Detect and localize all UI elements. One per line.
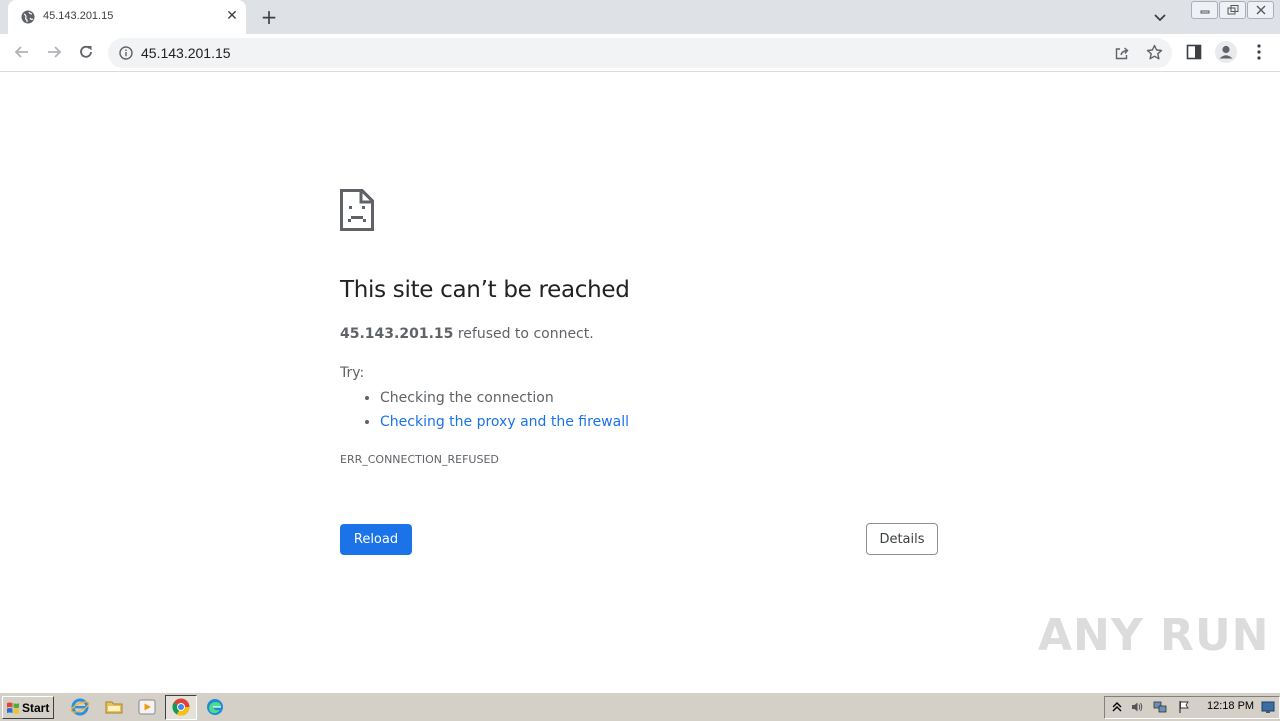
- suggestion-list: Checking the connection Checking the pro…: [340, 387, 629, 435]
- media-player-icon[interactable]: [137, 697, 157, 717]
- action-center-flag-icon[interactable]: [1177, 700, 1191, 714]
- error-page: This site can’t be reached 45.143.201.15…: [0, 72, 1280, 692]
- internet-explorer-icon[interactable]: [70, 697, 90, 717]
- suggestion-text: Checking the connection: [380, 390, 554, 406]
- suggestion-item: Checking the proxy and the firewall: [380, 411, 629, 435]
- chevron-down-icon[interactable]: [1152, 9, 1168, 25]
- sad-document-icon: [340, 189, 374, 231]
- clock[interactable]: 12:18 PM: [1207, 700, 1254, 712]
- taskbar-chrome-active[interactable]: [165, 695, 197, 720]
- person-icon: [1219, 45, 1233, 59]
- error-title: This site can’t be reached: [340, 277, 630, 303]
- info-icon[interactable]: [119, 46, 133, 60]
- error-description: 45.143.201.15 refused to connect.: [340, 326, 594, 342]
- kebab-menu-icon[interactable]: [1251, 43, 1267, 61]
- browser-toolbar: 45.143.201.15: [0, 34, 1280, 72]
- forward-arrow-icon[interactable]: [45, 43, 63, 61]
- reload-button[interactable]: Reload: [340, 524, 412, 555]
- network-icon[interactable]: [1153, 700, 1167, 714]
- windows-logo-icon: [7, 702, 19, 714]
- close-icon: [1256, 5, 1265, 15]
- close-window-button[interactable]: [1247, 1, 1274, 19]
- window-controls: [1190, 1, 1274, 19]
- globe-icon: [21, 10, 35, 24]
- bookmark-star-icon[interactable]: [1146, 44, 1163, 61]
- tab-strip: 45.143.201.15 ✕ +: [0, 0, 1280, 34]
- volume-icon[interactable]: [1130, 700, 1144, 714]
- show-desktop-icon[interactable]: [1261, 700, 1275, 714]
- chrome-icon: [172, 698, 190, 716]
- tab-title: 45.143.201.15: [43, 10, 114, 22]
- minimize-icon: [1200, 10, 1209, 14]
- back-arrow-icon[interactable]: [13, 43, 31, 61]
- suggestion-item: Checking the connection: [380, 387, 629, 411]
- try-label: Try:: [340, 365, 365, 381]
- details-button[interactable]: Details: [866, 523, 938, 555]
- file-explorer-icon[interactable]: [104, 697, 124, 717]
- error-description-suffix: refused to connect.: [453, 326, 594, 342]
- start-button[interactable]: Start: [2, 696, 54, 719]
- profile-avatar[interactable]: [1215, 41, 1237, 63]
- share-icon[interactable]: [1114, 45, 1130, 61]
- proxy-firewall-link[interactable]: Checking the proxy and the firewall: [380, 414, 629, 430]
- new-tab-button[interactable]: +: [258, 6, 280, 28]
- restore-icon: [1227, 5, 1238, 15]
- edge-icon[interactable]: [205, 697, 225, 717]
- error-code: ERR_CONNECTION_REFUSED: [340, 453, 499, 466]
- url-text[interactable]: 45.143.201.15: [141, 45, 231, 61]
- start-label: Start: [22, 700, 50, 715]
- system-tray: 12:18 PM: [1104, 696, 1280, 719]
- tab-active[interactable]: 45.143.201.15 ✕: [8, 0, 246, 34]
- minimize-button[interactable]: [1191, 1, 1218, 19]
- error-host: 45.143.201.15: [340, 326, 454, 342]
- anyrun-watermark: ANY RUN: [1038, 610, 1270, 661]
- taskbar: Start 12:18 PM: [0, 692, 1280, 721]
- side-panel-icon[interactable]: [1186, 44, 1202, 60]
- tab-close-button[interactable]: ✕: [224, 8, 240, 24]
- address-bar[interactable]: 45.143.201.15: [108, 38, 1172, 68]
- restore-button[interactable]: [1219, 1, 1246, 19]
- reload-icon[interactable]: [77, 43, 95, 61]
- show-hidden-icons-icon[interactable]: [1110, 700, 1124, 714]
